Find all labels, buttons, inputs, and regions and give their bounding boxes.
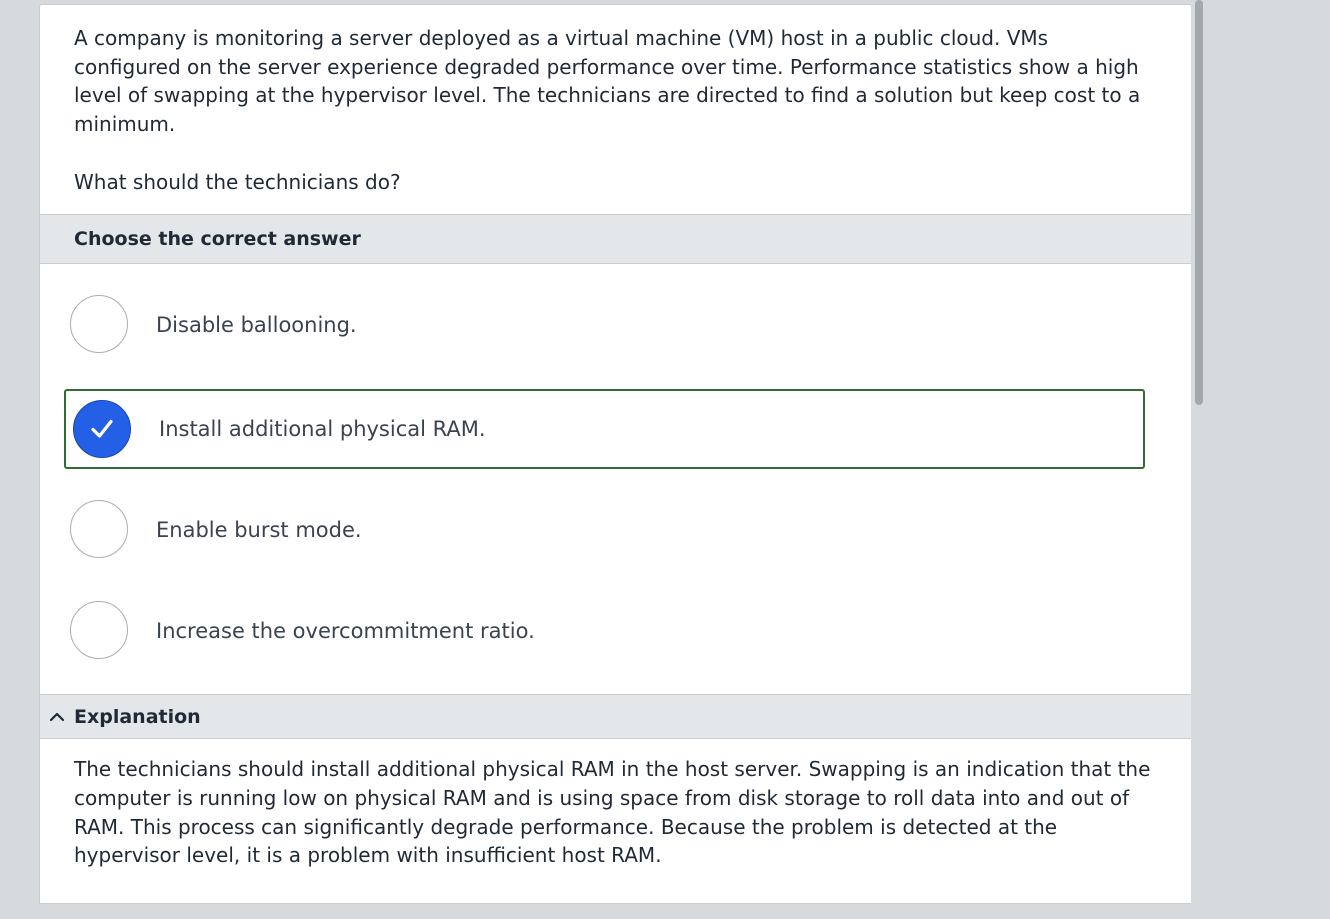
question-prompt: What should the technicians do? [74,169,401,194]
answer-option-label: Enable burst mode. [156,518,362,542]
radio-button[interactable] [70,601,128,659]
chevron-up-icon[interactable] [46,706,68,728]
question-stem: A company is monitoring a server deploye… [74,26,1141,137]
question-block: A company is monitoring a server deploye… [40,5,1191,195]
radio-button[interactable] [70,295,128,353]
radio-button[interactable] [70,500,128,558]
answer-option-2[interactable]: Install additional physical RAM. [64,389,1145,469]
answer-option-3[interactable]: Enable burst mode. [64,490,1145,570]
explanation-text: The technicians should install additiona… [74,757,1151,868]
answer-option-4[interactable]: Increase the overcommitment ratio. [64,591,1145,671]
answer-option-label: Disable ballooning. [156,313,357,337]
checkmark-icon[interactable] [73,400,131,458]
explanation-heading: Explanation [74,705,201,728]
scrollbar-thumb[interactable] [1195,0,1203,405]
answer-option-1[interactable]: Disable ballooning. [64,285,1145,365]
explanation-toggle[interactable]: Explanation [40,694,1191,739]
answer-option-label: Install additional physical RAM. [159,417,486,441]
question-card: A company is monitoring a server deploye… [39,4,1192,904]
answer-heading: Choose the correct answer [74,228,361,250]
answer-heading-bar: Choose the correct answer [40,214,1191,264]
answer-option-label: Increase the overcommitment ratio. [156,619,535,643]
